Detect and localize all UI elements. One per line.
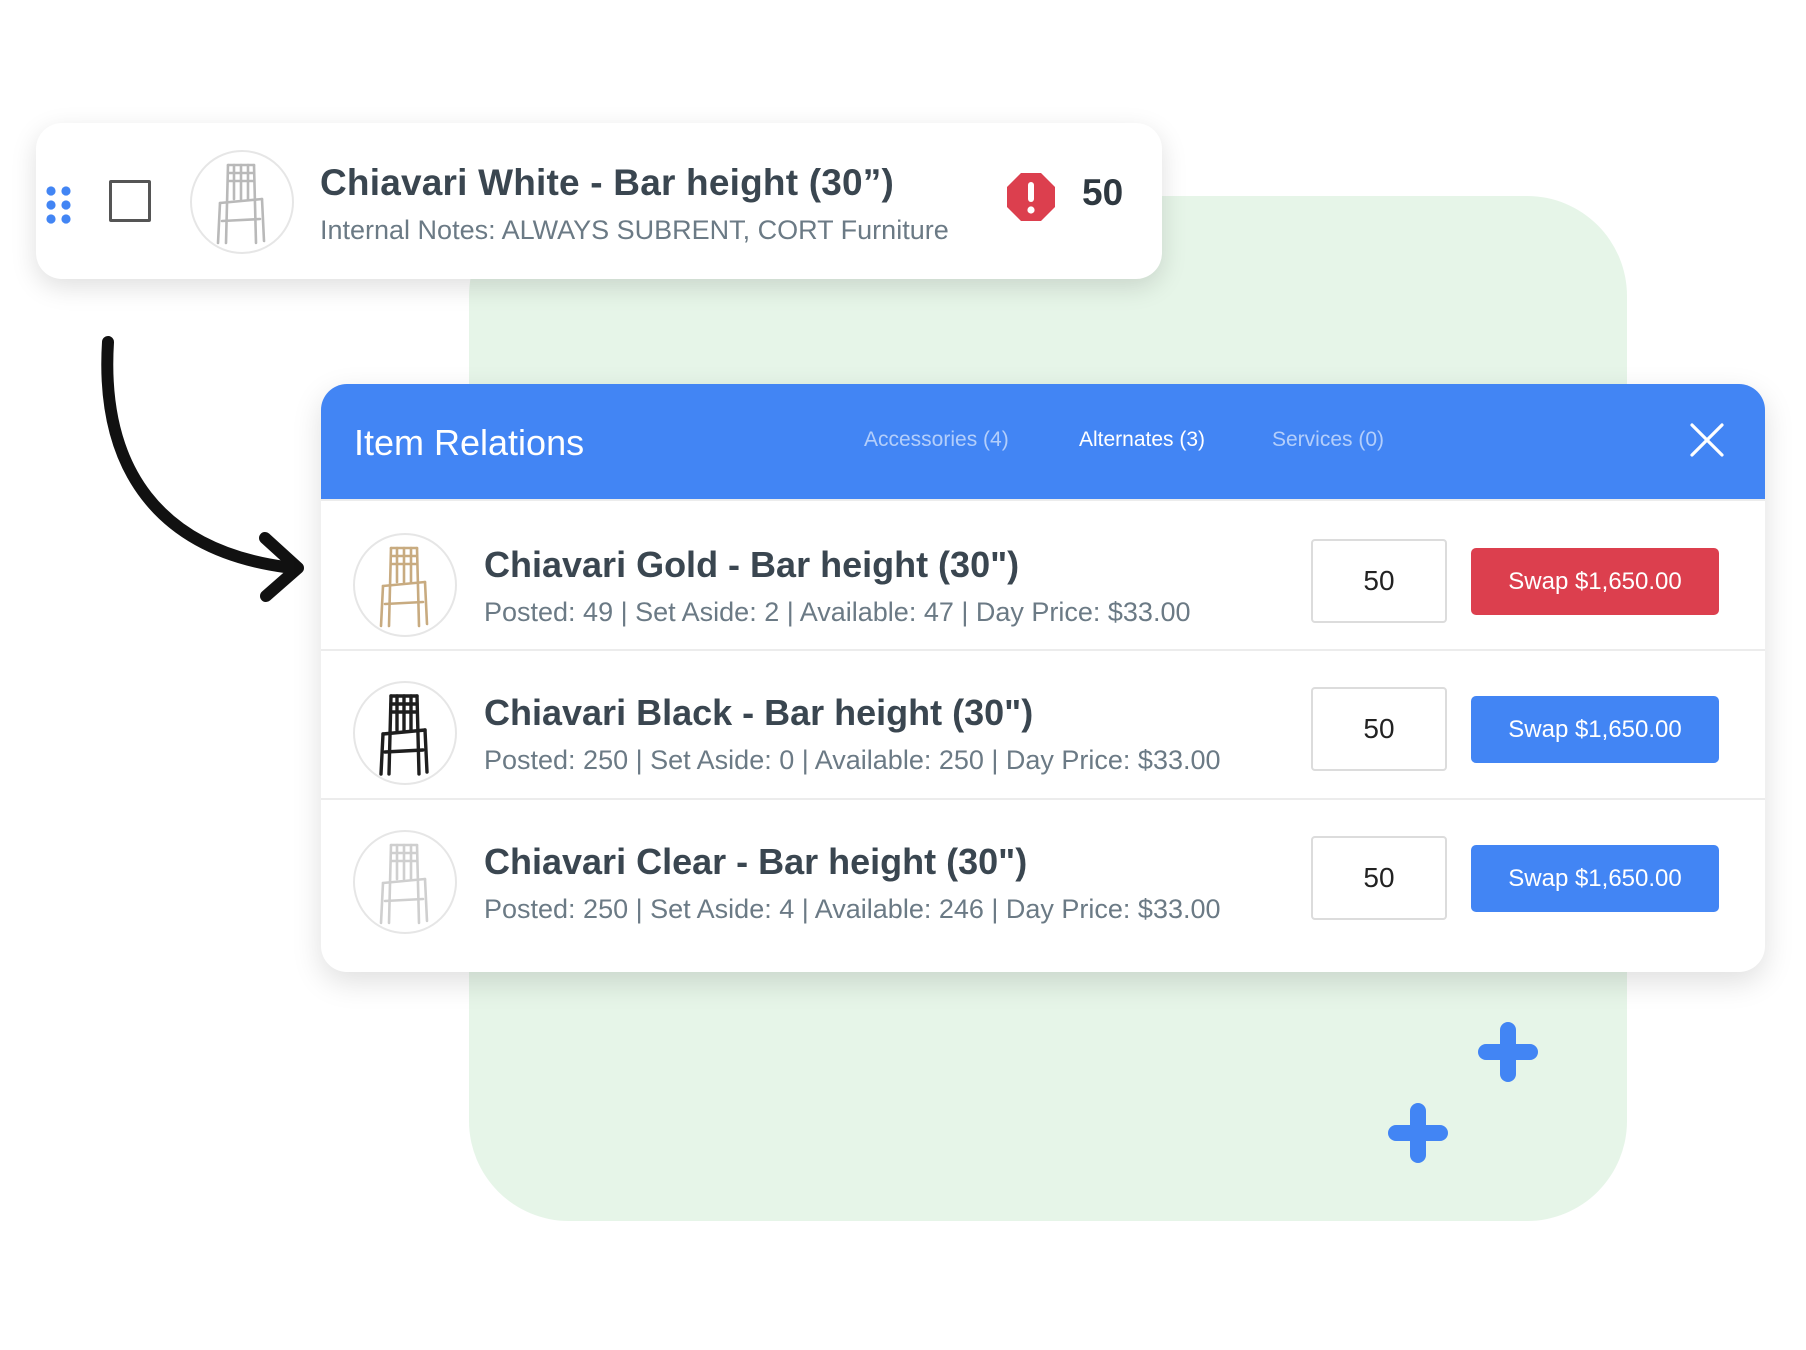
alternate-thumbnail bbox=[353, 830, 457, 934]
alternate-thumbnail bbox=[353, 533, 457, 637]
quantity-input[interactable]: 50 bbox=[1311, 687, 1447, 771]
alternate-stats: Posted: 250 | Set Aside: 4 | Available: … bbox=[484, 894, 1221, 924]
chair-icon bbox=[379, 843, 429, 925]
tab-alternates[interactable]: Alternates (3) bbox=[1079, 428, 1205, 452]
alternate-title: Chiavari Gold - Bar height (30") bbox=[484, 544, 1020, 585]
plus-icon bbox=[1388, 1103, 1448, 1163]
close-icon[interactable] bbox=[1689, 422, 1725, 458]
modal-title: Item Relations bbox=[354, 422, 585, 463]
alternate-thumbnail bbox=[353, 681, 457, 785]
drag-handle-icon[interactable] bbox=[46, 186, 72, 224]
item-thumbnail bbox=[190, 150, 294, 254]
item-relations-modal: Item Relations Accessories (4) Alternate… bbox=[321, 384, 1765, 972]
chair-icon bbox=[379, 546, 429, 628]
item-quantity: 50 bbox=[1082, 172, 1124, 213]
plus-icon bbox=[1478, 1022, 1538, 1082]
item-title: Chiavari White - Bar height (30”) bbox=[320, 162, 895, 203]
tab-services[interactable]: Services (0) bbox=[1272, 428, 1384, 452]
swap-button[interactable]: Swap $1,650.00 bbox=[1471, 845, 1719, 912]
quantity-input[interactable]: 50 bbox=[1311, 836, 1447, 920]
alternate-stats: Posted: 250 | Set Aside: 0 | Available: … bbox=[484, 745, 1221, 775]
quantity-input[interactable]: 50 bbox=[1311, 539, 1447, 623]
alternate-row: Chiavari Clear - Bar height (30") Posted… bbox=[321, 798, 1765, 972]
item-checkbox[interactable] bbox=[109, 180, 151, 222]
curved-arrow-icon bbox=[101, 336, 304, 602]
swap-button[interactable]: Swap $1,650.00 bbox=[1471, 696, 1719, 763]
tab-accessories[interactable]: Accessories (4) bbox=[864, 428, 1009, 452]
warning-icon[interactable] bbox=[1006, 172, 1056, 222]
alternate-row: Chiavari Black - Bar height (30") Posted… bbox=[321, 649, 1765, 799]
alternate-row: Chiavari Gold - Bar height (30") Posted:… bbox=[321, 499, 1765, 649]
chair-icon bbox=[216, 163, 266, 245]
chair-icon bbox=[379, 694, 429, 776]
modal-header: Item Relations Accessories (4) Alternate… bbox=[321, 384, 1765, 499]
swap-button[interactable]: Swap $1,650.00 bbox=[1471, 548, 1719, 615]
item-internal-notes: Internal Notes: ALWAYS SUBRENT, CORT Fur… bbox=[320, 215, 949, 245]
alternate-title: Chiavari Clear - Bar height (30") bbox=[484, 841, 1028, 882]
alternate-stats: Posted: 49 | Set Aside: 2 | Available: 4… bbox=[484, 597, 1191, 627]
alternate-title: Chiavari Black - Bar height (30") bbox=[484, 692, 1034, 733]
